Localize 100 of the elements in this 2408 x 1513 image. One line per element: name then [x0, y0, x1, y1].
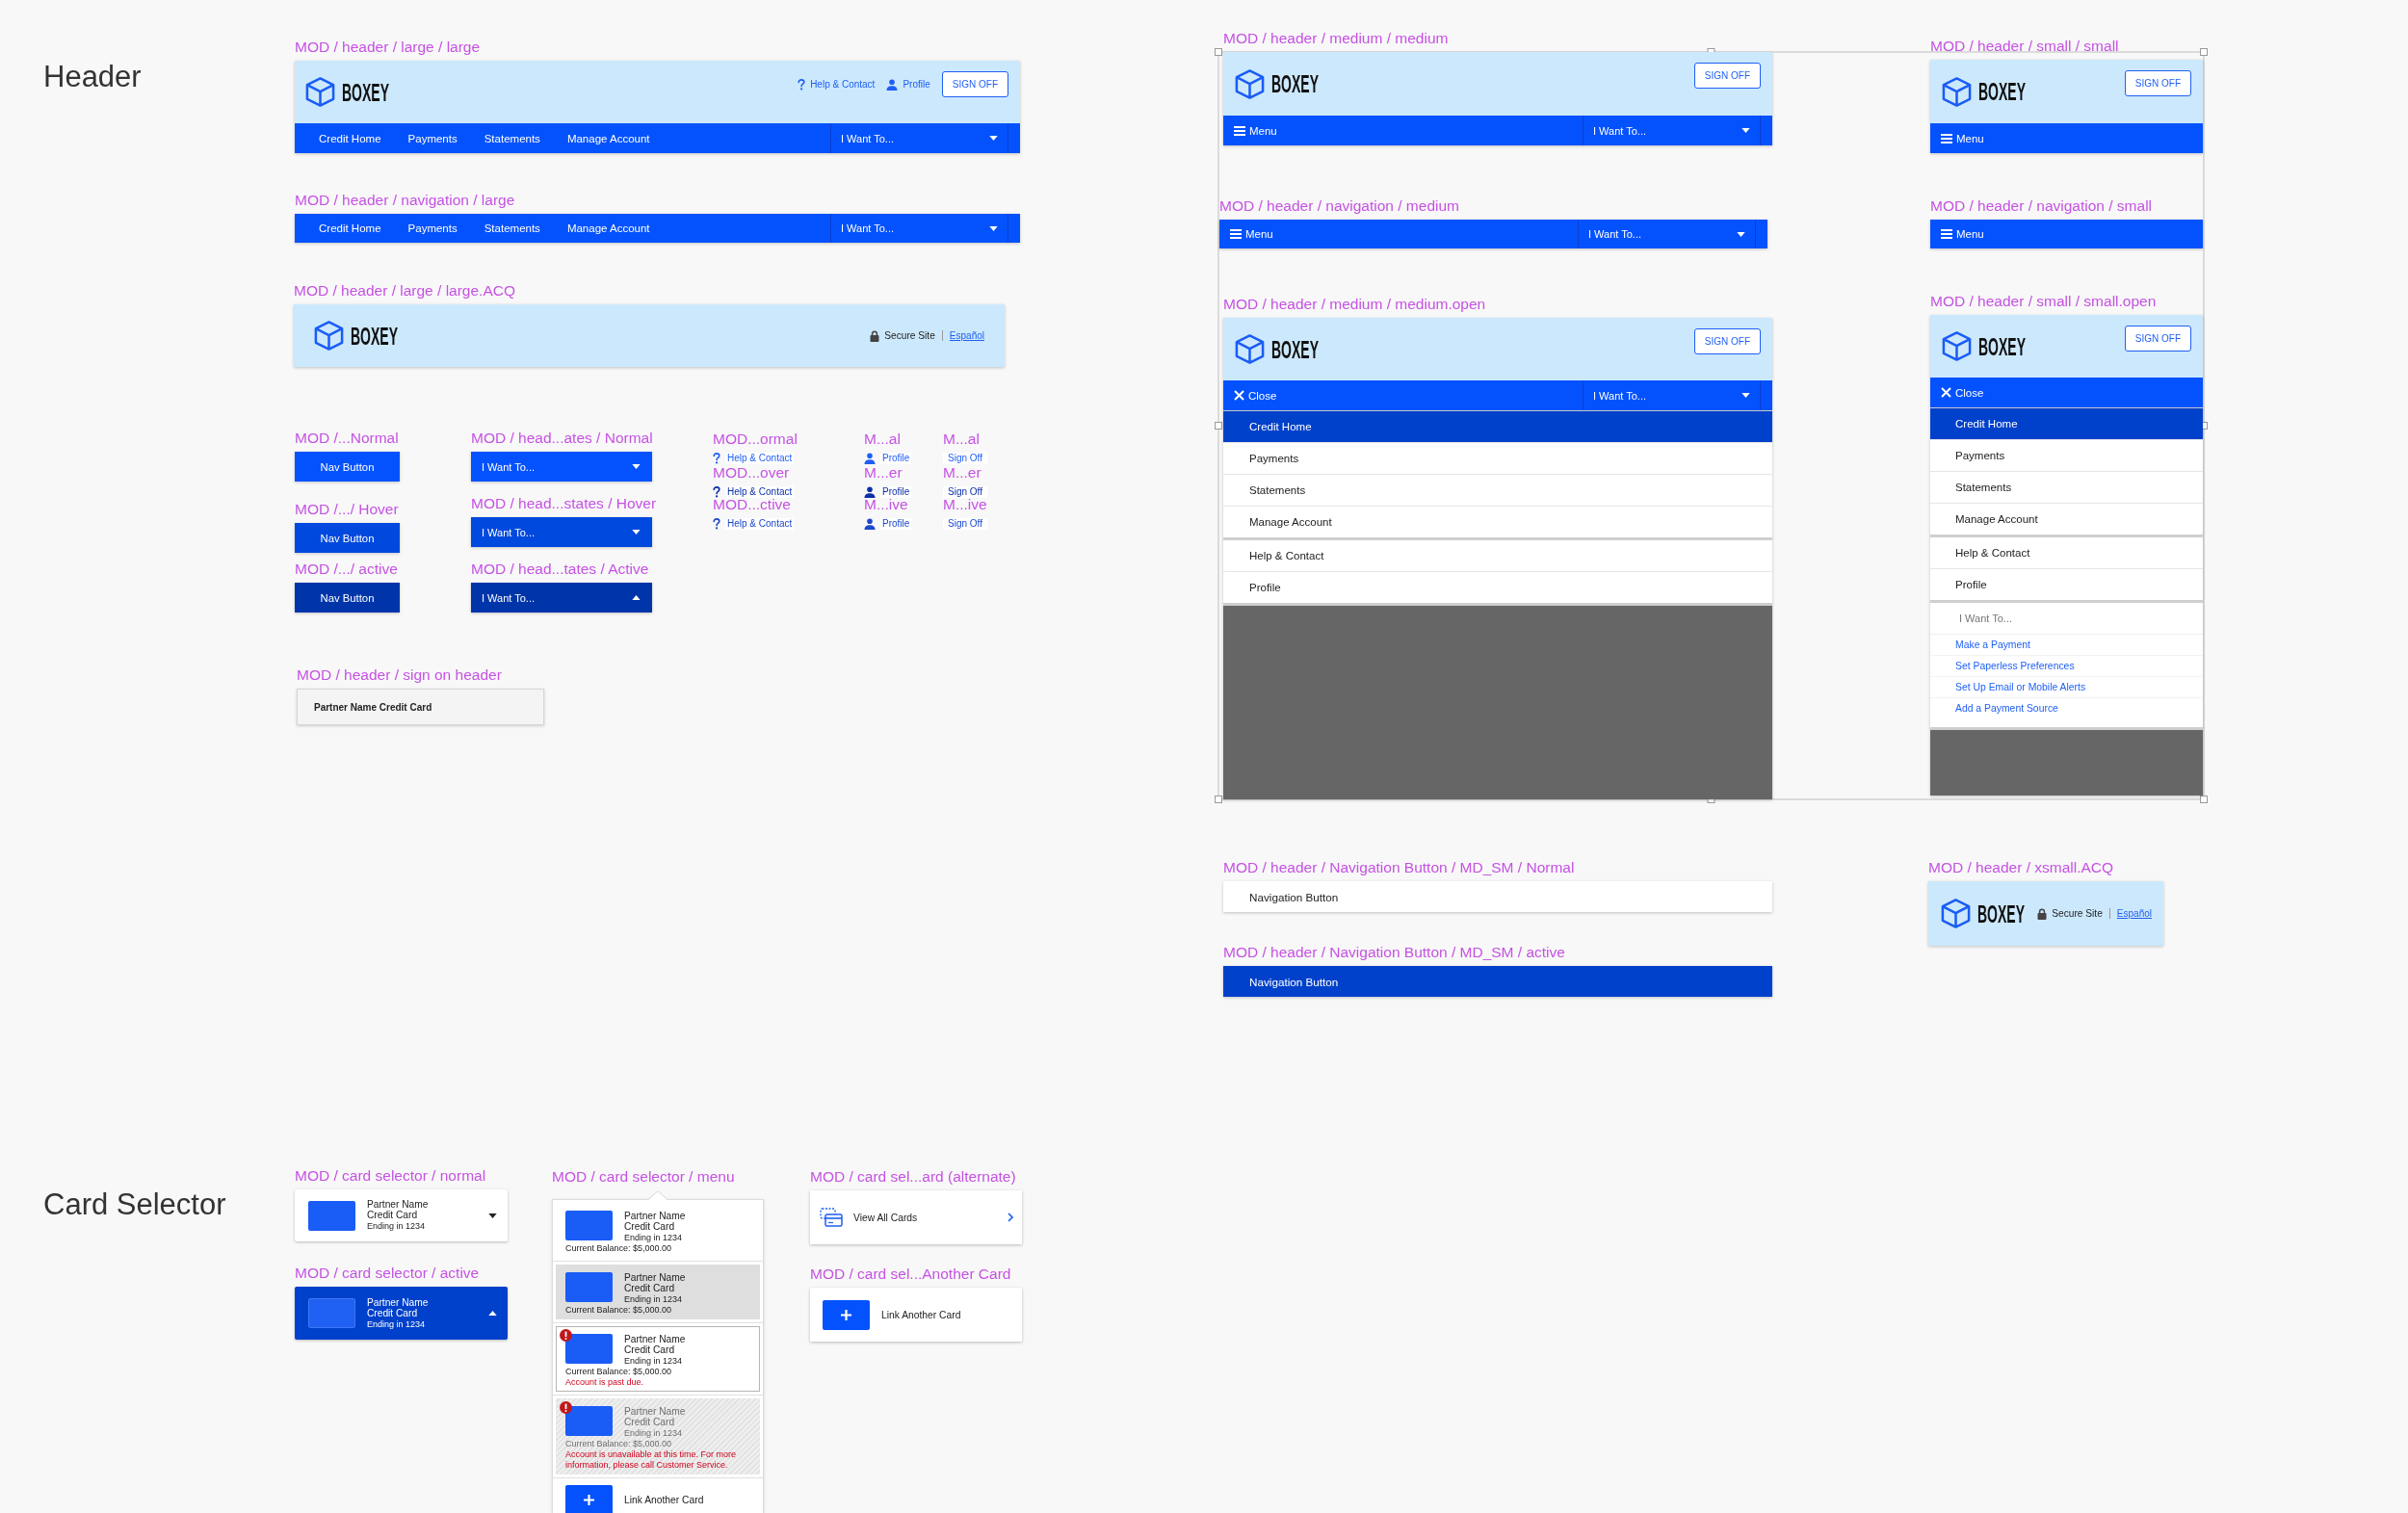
sign-off-button[interactable]: SIGN OFF: [941, 71, 1008, 97]
card-name: Partner Name: [624, 1406, 686, 1417]
frame-label: MOD / header / Navigation Button / MD_SM / active: [1223, 943, 1565, 962]
nav-link[interactable]: Credit Home: [305, 214, 395, 243]
sign-off-link[interactable]: Sign Off: [943, 518, 987, 530]
card-balance: Current Balance: $5,000.00: [565, 1367, 673, 1377]
card-product: Credit Card: [624, 1344, 676, 1355]
language-link[interactable]: Español: [2116, 908, 2152, 919]
error-message: Account is past due.: [565, 1377, 645, 1388]
link-card-option[interactable]: Link Another Card: [556, 1481, 760, 1513]
person-icon: [864, 518, 876, 530]
language-link[interactable]: Español: [949, 330, 984, 341]
nav-link[interactable]: Manage Account: [553, 214, 664, 243]
help-link[interactable]: Help & Contact: [798, 78, 876, 91]
plus-icon: [823, 1299, 870, 1330]
frame-label: MOD /.../ Hover: [295, 500, 399, 519]
frame-label: MOD / header / Navigation Button / MD_SM / Normal: [1223, 858, 1575, 877]
card-ending: Ending in 1234: [367, 1317, 427, 1330]
nav-link[interactable]: Payments: [394, 214, 471, 243]
frame-label: MOD / header / navigation / large: [295, 191, 515, 210]
lock-icon: [870, 329, 880, 342]
card-art-placeholder: [565, 1334, 613, 1364]
nav-link[interactable]: Statements: [470, 214, 554, 243]
frame-label: MOD /...Normal: [295, 429, 399, 448]
card-option[interactable]: Partner Name Credit Card Ending in 1234 Current Balance: $5,000.00: [556, 1265, 760, 1319]
cube-logo-icon: [1940, 898, 1972, 929]
chevron-right-icon: [1008, 1213, 1013, 1222]
card-product: Credit Card: [624, 1417, 676, 1427]
brand-name: BOXEY: [1977, 900, 2025, 927]
card-art-placeholder: [565, 1406, 613, 1436]
sign-off-link[interactable]: Sign Off: [943, 453, 987, 464]
navigation-button[interactable]: Navigation Button: [1223, 881, 1772, 912]
card-ending: Ending in 1234: [367, 1220, 427, 1232]
secure-site-label: Secure Site: [2052, 908, 2103, 919]
help-icon: [798, 78, 806, 91]
dropdown-button[interactable]: I Want To...: [830, 123, 1008, 153]
nav-link[interactable]: Payments: [394, 123, 471, 153]
nav-link[interactable]: Credit Home: [305, 123, 395, 153]
frame-label: MOD / head...states / Hover: [471, 494, 657, 513]
frame-label: MOD / card sel...ard (alternate): [810, 1167, 1016, 1187]
frame-label: M...er: [864, 463, 903, 483]
profile-link[interactable]: Profile: [886, 78, 930, 91]
frame-label: M...ive: [943, 496, 987, 514]
frame-label: M...er: [943, 463, 982, 483]
card-selector[interactable]: Partner Name Credit Card Ending in 1234: [295, 1189, 508, 1241]
frame-label: MOD / header / medium / medium: [1223, 29, 1449, 48]
frame-label: MOD /.../ active: [295, 560, 398, 579]
nav-link[interactable]: Manage Account: [553, 123, 664, 153]
cube-logo-icon: [304, 76, 336, 108]
help-icon: [713, 453, 720, 464]
frame-label: MOD / header / xsmall.ACQ: [1928, 858, 2114, 877]
frame-label: MOD / header / large / large: [295, 38, 481, 57]
card-art-placeholder: [308, 1298, 355, 1328]
person-icon: [886, 78, 899, 91]
section-title: Card Selector: [43, 1187, 226, 1222]
card-balance: Current Balance: $5,000.00: [565, 1305, 673, 1316]
card-option[interactable]: Partner Name Credit Card Ending in 1234 Current Balance: $5,000.00 Account is past due.: [556, 1326, 760, 1392]
card-selector[interactable]: Partner Name Credit Card Ending in 1234: [295, 1287, 508, 1340]
frame-label: MOD / head...ates / Normal: [471, 429, 653, 448]
frame-label: MOD...ctive: [713, 496, 791, 514]
partner-card-title: Partner Name Credit Card: [314, 701, 432, 713]
card-balance: Current Balance: $5,000.00: [565, 1439, 673, 1449]
nav-button[interactable]: Nav Button: [295, 583, 400, 613]
card-ending: Ending in 1234: [624, 1427, 684, 1439]
frame-label: MOD / card sel...Another Card: [810, 1265, 1011, 1284]
card-name: Partner Name: [624, 1272, 686, 1283]
help-icon: [713, 518, 720, 530]
navigation-button[interactable]: Navigation Button: [1223, 966, 1772, 997]
card-art-placeholder: [565, 1211, 613, 1240]
view-all-cards-button[interactable]: View All Cards: [810, 1190, 1022, 1244]
nav-link[interactable]: Statements: [470, 123, 554, 153]
card-art-placeholder: [565, 1272, 613, 1302]
sign-off-link[interactable]: Sign Off: [943, 486, 987, 498]
person-icon: [864, 486, 876, 498]
frame-label: MOD / card selector / menu: [552, 1167, 735, 1187]
brand-name: BOXEY: [342, 78, 389, 106]
card-name: Partner Name: [367, 1296, 430, 1308]
frame-label: MOD...over: [713, 463, 790, 483]
cube-logo-icon: [313, 320, 345, 352]
frame-label: M...al: [864, 430, 901, 449]
card-ending: Ending in 1234: [624, 1355, 684, 1367]
dropdown-button[interactable]: I Want To...: [471, 452, 652, 482]
frame-label: MOD / header / sign on header: [297, 665, 502, 685]
frame-label: MOD...ormal: [713, 430, 798, 449]
dropdown-button[interactable]: I Want To...: [830, 214, 1008, 243]
frame-label: MOD / header / large / large.ACQ: [294, 281, 515, 300]
card-art-placeholder: [308, 1200, 355, 1231]
dropdown-button[interactable]: I Want To...: [471, 583, 652, 613]
card-name: Partner Name: [624, 1334, 686, 1344]
card-ending: Ending in 1234: [624, 1232, 684, 1243]
frame-label: MOD / card selector / normal: [295, 1166, 486, 1186]
link-card-button[interactable]: Link Another Card: [810, 1288, 1022, 1342]
lock-icon: [2037, 907, 2048, 920]
card-ending: Ending in 1234: [624, 1293, 684, 1305]
nav-button[interactable]: Nav Button: [295, 452, 400, 482]
card-product: Credit Card: [624, 1283, 676, 1293]
card-name: Partner Name: [624, 1211, 686, 1221]
frame-label: MOD / head...tates / Active: [471, 560, 649, 579]
nav-button[interactable]: Nav Button: [295, 523, 400, 553]
dropdown-button[interactable]: I Want To...: [471, 517, 652, 547]
